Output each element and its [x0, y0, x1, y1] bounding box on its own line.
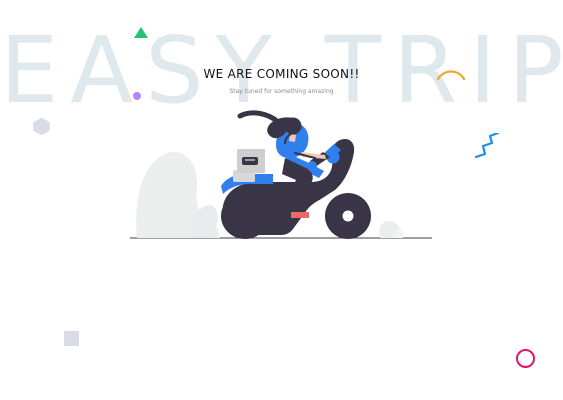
square-icon: [64, 331, 79, 346]
hexagon-icon: [33, 117, 50, 136]
triangle-icon: [134, 27, 148, 38]
dot-icon: [133, 92, 141, 100]
zigzag-icon: [474, 133, 500, 159]
ring-icon: [516, 349, 535, 368]
page-title: WE ARE COMING SOON!!: [203, 67, 360, 81]
page-subtitle: Stay tuned for something amazing: [229, 88, 334, 95]
scooter-illustration: [130, 110, 432, 239]
arc-icon: [436, 70, 466, 81]
